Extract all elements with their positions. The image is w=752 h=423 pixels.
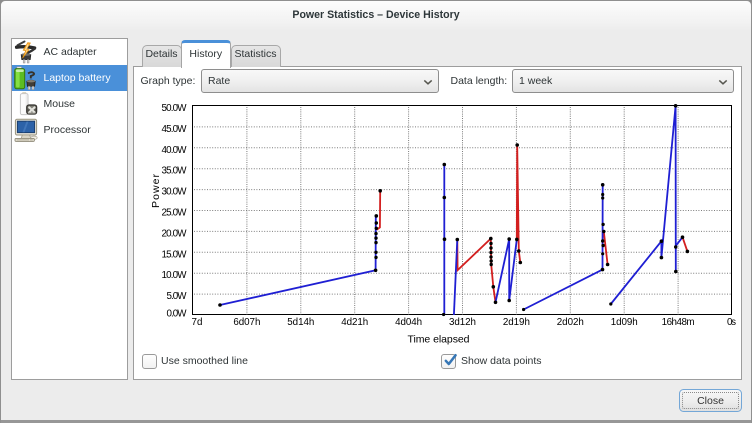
svg-text:5d14h: 5d14h — [287, 317, 314, 328]
svg-text:50.0W: 50.0W — [162, 103, 188, 114]
svg-text:2d02h: 2d02h — [557, 317, 584, 328]
svg-text:10.0W: 10.0W — [162, 270, 188, 281]
svg-text:7d: 7d — [192, 317, 203, 328]
svg-text:2d19h: 2d19h — [503, 317, 530, 328]
svg-text:4d04h: 4d04h — [395, 317, 422, 328]
svg-text:45.0W: 45.0W — [162, 124, 188, 135]
svg-text:Power: Power — [150, 174, 162, 209]
svg-text:0s: 0s — [727, 317, 736, 328]
svg-text:20.0W: 20.0W — [162, 228, 188, 239]
svg-text:16h48m: 16h48m — [662, 317, 695, 328]
svg-text:5.0W: 5.0W — [167, 291, 188, 302]
svg-text:40.0W: 40.0W — [162, 145, 188, 156]
svg-text:3d12h: 3d12h — [449, 317, 476, 328]
svg-text:Time elapsed: Time elapsed — [408, 333, 470, 345]
svg-text:0.0W: 0.0W — [167, 309, 188, 320]
svg-text:4d21h: 4d21h — [341, 317, 368, 328]
svg-text:15.0W: 15.0W — [162, 249, 188, 260]
svg-text:35.0W: 35.0W — [162, 166, 188, 177]
svg-text:6d07h: 6d07h — [233, 317, 260, 328]
svg-text:25.0W: 25.0W — [162, 208, 188, 219]
svg-text:1d09h: 1d09h — [611, 317, 638, 328]
svg-text:30.0W: 30.0W — [162, 187, 188, 198]
